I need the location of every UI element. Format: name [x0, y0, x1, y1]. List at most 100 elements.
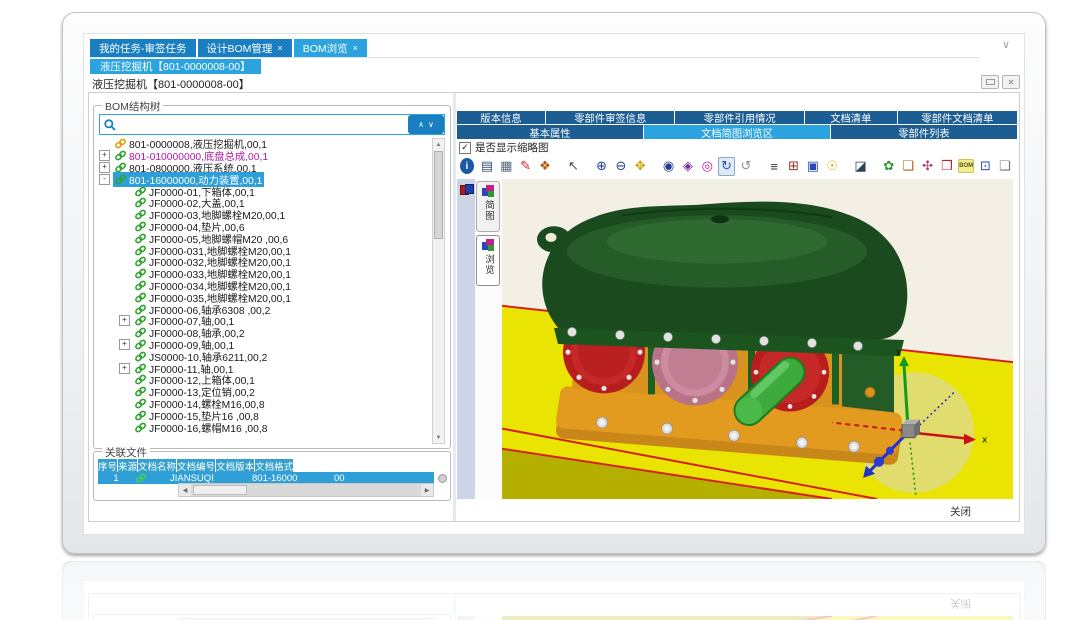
- bom-icon[interactable]: BOM: [958, 159, 974, 173]
- tree-search-input[interactable]: [120, 117, 408, 132]
- thumbnail-checkbox[interactable]: ✓: [459, 142, 471, 154]
- desktop: { "colors":{ "tab_blue":"#1a7fc0","accen…: [0, 0, 1080, 620]
- main-tab-bar: 我的任务-审签任务 设计BOM管理 × BOM浏览 ×: [90, 39, 980, 58]
- restore-button[interactable]: [981, 75, 999, 89]
- scroll-left-icon[interactable]: ◀: [179, 487, 191, 494]
- tab-close-icon[interactable]: ×: [277, 44, 282, 53]
- expander-icon[interactable]: +: [119, 315, 130, 326]
- scroll-right-icon[interactable]: ▶: [421, 487, 433, 494]
- expander-icon[interactable]: +: [99, 162, 110, 173]
- zoom-dynamic-icon[interactable]: ◈: [680, 157, 696, 176]
- scroll-up-icon[interactable]: ▲: [433, 139, 444, 150]
- tab-doc-sketch-browse[interactable]: 文档简图浏览区: [644, 125, 830, 139]
- chevron-down-icon[interactable]: ∨: [1002, 38, 1010, 51]
- measure-icon[interactable]: ⊞: [785, 157, 801, 176]
- close-link[interactable]: 关闭: [950, 504, 971, 519]
- zoom-window-icon[interactable]: ◉: [660, 157, 676, 176]
- viewer-mode-icon: [482, 239, 495, 252]
- tab-part-list[interactable]: 零部件列表: [831, 125, 1017, 139]
- render-flower-icon[interactable]: ✿: [881, 157, 897, 176]
- expander-icon[interactable]: +: [119, 339, 130, 350]
- expander-icon[interactable]: -: [99, 174, 110, 185]
- panel-title-row: 液压挖掘机【801-0000008-00】 ✕: [84, 75, 1024, 90]
- tab-part-review-info[interactable]: 零部件审签信息: [546, 111, 674, 124]
- linked-files-title: 关联文件: [102, 445, 150, 460]
- layers-icon[interactable]: ≡: [766, 157, 782, 176]
- explode-icon[interactable]: ✣: [919, 157, 935, 176]
- zoom-out-icon[interactable]: ⊖: [613, 157, 629, 176]
- pan-icon[interactable]: ↺: [738, 157, 754, 176]
- panel-splitter[interactable]: [453, 93, 456, 521]
- tree-scrollbar[interactable]: ▲ ▼: [432, 138, 445, 444]
- application-window: 我的任务-审签任务 设计BOM管理 × BOM浏览 × ∨ 液压挖掘机【801-…: [62, 12, 1046, 554]
- tab-version-info[interactable]: 版本信息: [457, 111, 545, 124]
- search-icon: [103, 118, 117, 132]
- tab-close-icon[interactable]: ×: [353, 44, 358, 53]
- tree-viewport: 801-0000008,液压挖掘机,00,1 +: [99, 138, 445, 444]
- paint-icon[interactable]: ❖: [537, 157, 553, 176]
- component-icon[interactable]: [460, 184, 472, 194]
- search-prev-next[interactable]: ∧ ∨: [408, 115, 444, 134]
- rotate-icon[interactable]: ↻: [718, 157, 734, 176]
- tree-item[interactable]: JF0000-16,螺帽M16 ,00,8: [99, 421, 433, 433]
- document-tab[interactable]: 液压挖掘机【801-0000008-00】: [90, 59, 261, 74]
- expander-icon[interactable]: +: [119, 363, 130, 374]
- eraser-icon[interactable]: ❒: [939, 157, 955, 176]
- tab-basic-properties[interactable]: 基本属性: [457, 125, 643, 139]
- detail-tabs-row2: 基本属性 文档简图浏览区 零部件列表: [457, 125, 1017, 139]
- linked-files-panel: 关联文件 序号 来源 文档名称 文档编号 文档版本: [93, 451, 451, 501]
- files-column-header[interactable]: 文档名称: [138, 459, 177, 472]
- bom-tree-panel: BOM结构树 ∧ ∨: [93, 105, 451, 449]
- scroll-down-icon[interactable]: ▼: [433, 432, 444, 443]
- bom-tree-title: BOM结构树: [102, 99, 163, 114]
- files-column-header[interactable]: 来源: [118, 459, 138, 472]
- preview-icon[interactable]: ▤: [479, 157, 495, 176]
- side-tab-browse[interactable]: 浏览: [476, 235, 500, 286]
- tab-my-tasks[interactable]: 我的任务-审签任务: [90, 39, 196, 57]
- tab-bom-browse[interactable]: BOM浏览 ×: [294, 39, 367, 57]
- tree-list: 801-0000008,液压挖掘机,00,1 +: [99, 138, 433, 444]
- 3d-viewport[interactable]: x y: [502, 179, 1013, 499]
- thumbnail-option-row: ✓ 是否显示缩略图: [459, 141, 549, 154]
- snapshot-icon[interactable]: ▣: [805, 157, 821, 176]
- window-body: 我的任务-审签任务 设计BOM管理 × BOM浏览 × ∨ 液压挖掘机【801-…: [83, 33, 1025, 535]
- tab-document-list[interactable]: 文档清单: [805, 111, 897, 124]
- detail-tabs-row1: 版本信息 零部件审签信息 零部件引用情况 文档清单 零部件文档清单: [457, 111, 1017, 124]
- viewer-side-strip: [457, 179, 475, 499]
- scrollbar-thumb[interactable]: [434, 151, 443, 239]
- annotate-pen-icon[interactable]: ✎: [517, 157, 533, 176]
- side-tab-sketch[interactable]: 简图: [476, 181, 500, 232]
- close-button[interactable]: ✕: [1002, 75, 1020, 89]
- tab-design-bom[interactable]: 设计BOM管理 ×: [198, 39, 292, 57]
- axis-y-label: y: [896, 347, 901, 356]
- chevron-down-icon[interactable]: ∨: [428, 120, 434, 129]
- expander-icon[interactable]: +: [99, 150, 110, 161]
- tab-part-document-list[interactable]: 零部件文档清单: [898, 111, 1017, 124]
- hscroll-thumb[interactable]: [193, 485, 247, 495]
- files-column-header[interactable]: 序号: [98, 459, 118, 472]
- content-area: BOM结构树 ∧ ∨: [88, 92, 1020, 522]
- tab-part-reference[interactable]: 零部件引用情况: [675, 111, 803, 124]
- print-icon[interactable]: ▦: [498, 157, 514, 176]
- info-icon[interactable]: i: [460, 158, 474, 174]
- files-column-header[interactable]: 文档编号: [177, 459, 216, 472]
- viewer-region: 简图 浏览: [457, 179, 1013, 499]
- files-column-header[interactable]: 文档格式: [255, 459, 294, 472]
- export-doc-icon[interactable]: ◪: [852, 157, 868, 176]
- files-column-header[interactable]: 文档版本: [216, 459, 255, 472]
- select-cursor-icon[interactable]: ↖: [565, 157, 581, 176]
- file-source-icon: [134, 472, 168, 484]
- chevron-up-icon[interactable]: ∧: [418, 120, 424, 129]
- viewer-mode-icon: [482, 185, 495, 198]
- stamp-icon[interactable]: ❑: [900, 157, 916, 176]
- chain-link-icon: [115, 174, 126, 185]
- doc-flip-icon[interactable]: ❏: [997, 157, 1013, 176]
- tree-search-bar: ∧ ∨: [99, 114, 445, 135]
- screen-icon[interactable]: ⊡: [977, 157, 993, 176]
- zoom-in-icon[interactable]: ⊕: [593, 157, 609, 176]
- tree-item-label: JF0000-16,螺帽M16 ,00,8: [149, 420, 267, 435]
- light-icon[interactable]: ☉: [824, 157, 840, 176]
- zoom-fit-icon[interactable]: ✥: [632, 157, 648, 176]
- files-hscrollbar[interactable]: ◀ ▶: [178, 483, 434, 497]
- zoom-circle-icon[interactable]: ◎: [699, 157, 715, 176]
